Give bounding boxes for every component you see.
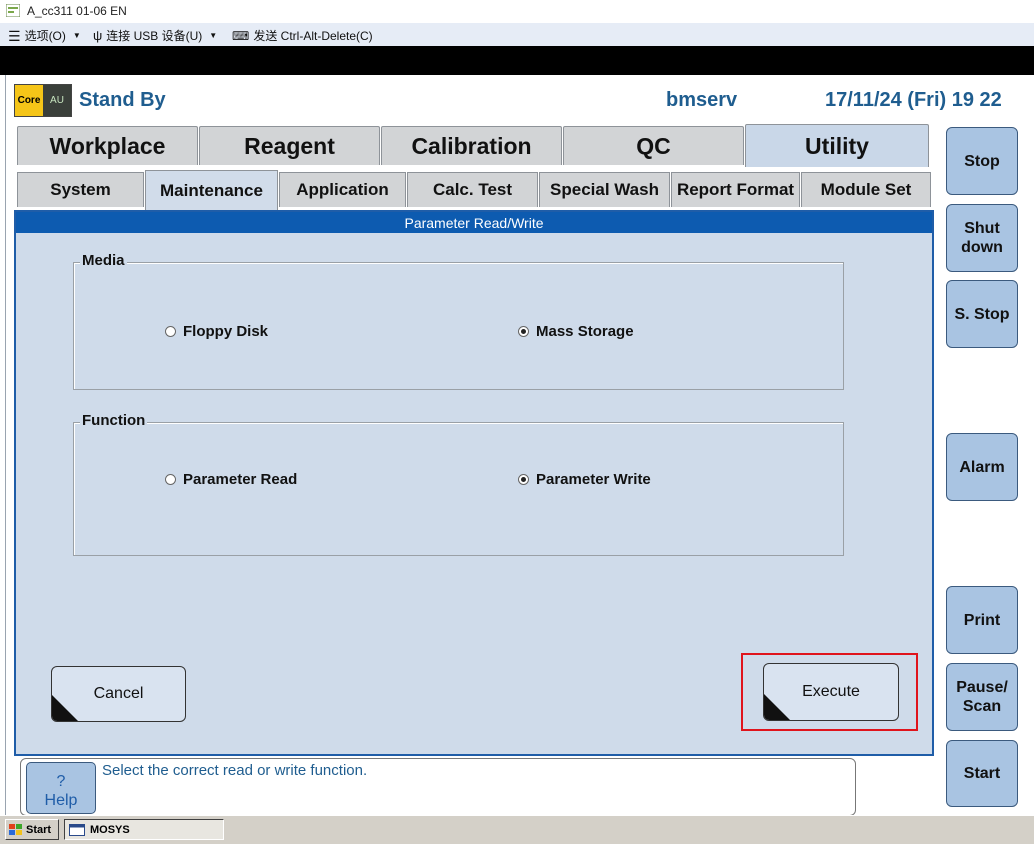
stop-button-label: Stop [964,152,1000,170]
execute-highlight-box [741,653,918,731]
radio-indicator [165,474,176,485]
taskbar-item-mosys[interactable]: MOSYS [64,819,224,840]
taskbar-start-button[interactable]: Start [5,819,59,840]
tab-calibration[interactable]: Calibration [381,126,562,165]
start-button-label: Start [963,765,1001,782]
subtab-system[interactable]: System [17,172,144,207]
pause-label-line2: Scan [962,698,1002,715]
logo-au: AU [43,85,71,116]
help-icon: ? [56,773,66,790]
app-icon [6,4,20,17]
status-text: Stand By [79,89,166,111]
subtab-module-set[interactable]: Module Set [801,172,931,207]
radio-mass-storage[interactable]: Mass Storage [518,323,634,340]
send-cad-button[interactable]: ⌨ 发送 Ctrl-Alt-Delete(C) [232,27,373,44]
radio-label: Floppy Disk [183,323,269,340]
shutdown-label-line2: down [961,239,1003,256]
radio-parameter-write[interactable]: Parameter Write [518,471,651,488]
button-corner-mark [52,695,78,721]
options-menu-label: 选项(O) [24,29,66,43]
core-au-logo: Core AU [14,84,72,117]
radio-indicator-selected [518,474,529,485]
s-stop-button[interactable]: S. Stop [946,280,1018,348]
function-group-label: Function [80,412,148,429]
taskbar-start-label: Start [26,823,52,836]
radio-label: Mass Storage [536,323,634,340]
subtab-report-format[interactable]: Report Format [671,172,800,207]
print-button-label: Print [963,611,1001,629]
usb-icon: ψ [93,28,103,43]
window-icon [69,823,85,836]
logo-core: Core [15,85,43,116]
subtab-maintenance[interactable]: Maintenance [145,170,278,210]
send-cad-label: 发送 Ctrl-Alt-Delete(C) [253,29,373,43]
cancel-button-label: Cancel [93,685,144,702]
shutdown-button[interactable]: Shut down [946,204,1018,272]
tab-workplace[interactable]: Workplace [17,126,198,165]
remote-session-bar [0,46,1034,75]
window-title-bar: A_cc311 01-06 EN [0,0,1034,23]
alarm-button-label: Alarm [959,458,1005,476]
panel-title: Parameter Read/Write [16,212,932,233]
shutdown-label-line1: Shut [964,220,1000,237]
media-group-label: Media [80,252,127,269]
subtab-special-wash[interactable]: Special Wash [539,172,670,207]
subtab-calc-test[interactable]: Calc. Test [407,172,538,207]
window-title: A_cc311 01-06 EN [27,4,127,18]
radio-indicator [165,326,176,337]
print-button[interactable]: Print [946,586,1018,654]
radio-floppy-disk[interactable]: Floppy Disk [165,323,268,340]
function-group [73,422,844,556]
radio-label: Parameter Read [183,471,298,488]
stop-button[interactable]: Stop [946,127,1018,195]
keyboard-icon: ⌨ [232,28,250,43]
user-name: bmserv [666,89,738,111]
remote-toolbar: ☰ 选项(O) ▼ ψ 连接 USB 设备(U) ▼ ⌨ 发送 Ctrl-Alt… [0,23,1034,46]
help-button-label: Help [44,792,78,809]
help-button[interactable]: ? Help [26,762,96,814]
start-button[interactable]: Start [946,740,1018,807]
tab-reagent[interactable]: Reagent [199,126,380,165]
dropdown-arrow-icon: ▼ [72,31,81,40]
pause-label-line1: Pause/ [956,679,1008,696]
alarm-button[interactable]: Alarm [946,433,1018,501]
radio-indicator-selected [518,326,529,337]
tab-utility[interactable]: Utility [745,124,929,167]
taskbar-item-label: MOSYS [90,823,130,836]
options-menu[interactable]: ☰ 选项(O) ▼ [8,27,81,44]
radio-label: Parameter Write [536,471,651,488]
tab-qc[interactable]: QC [563,126,744,165]
usb-menu-label: 连接 USB 设备(U) [106,29,203,43]
s-stop-button-label: S. Stop [954,305,1010,323]
cancel-button[interactable]: Cancel [51,666,186,722]
subtab-application[interactable]: Application [279,172,406,207]
dropdown-arrow-icon: ▼ [209,31,218,40]
hamburger-icon: ☰ [8,27,21,44]
pause-scan-button[interactable]: Pause/ Scan [946,663,1018,731]
datetime: 17/11/24 (Fri) 19 22 [825,89,1002,111]
windows-logo-icon [9,823,22,835]
radio-parameter-read[interactable]: Parameter Read [165,471,297,488]
usb-menu[interactable]: ψ 连接 USB 设备(U) ▼ [93,27,217,44]
message-text: Select the correct read or write functio… [102,762,368,779]
